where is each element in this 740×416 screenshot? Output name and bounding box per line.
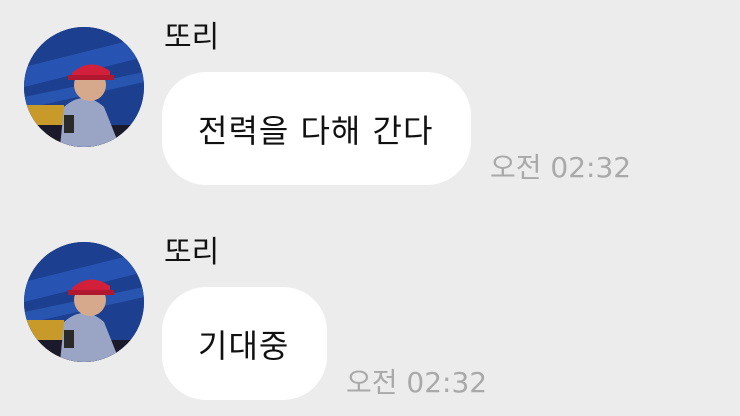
chat-message: 또리 기대중 오전 02:32 [0,215,740,415]
message-bubble[interactable]: 기대중 [162,287,327,400]
message-text: 기대중 [198,326,290,365]
sender-avatar[interactable] [24,242,144,362]
message-timestamp: 오전 02:32 [490,151,632,184]
sender-name: 또리 [164,235,220,270]
chat-message: 또리 전력을 다해 간다 오전 02:32 [0,0,740,200]
avatar-photo-icon [24,242,144,362]
avatar-photo-icon [24,27,144,147]
sender-name: 또리 [164,20,220,55]
message-bubble[interactable]: 전력을 다해 간다 [162,72,471,185]
message-timestamp: 오전 02:32 [346,366,488,399]
sender-avatar[interactable] [24,27,144,147]
message-text: 전력을 다해 간다 [198,111,434,150]
